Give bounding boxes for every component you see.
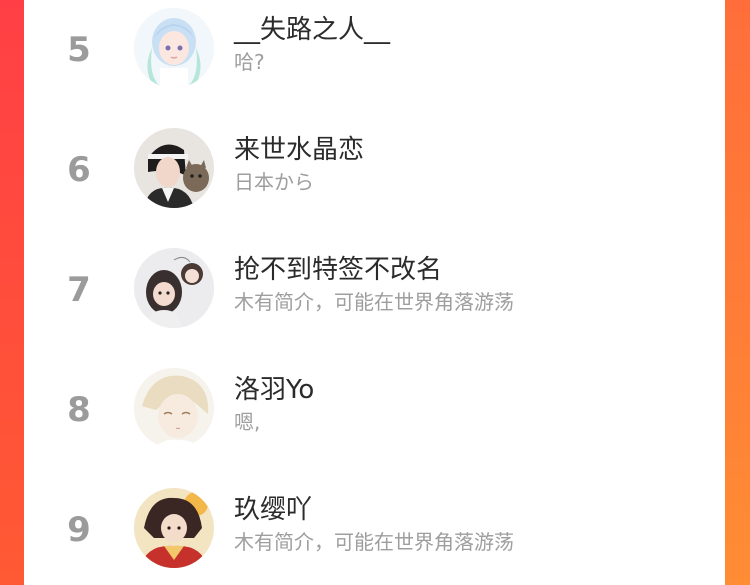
username: 抢不到特签不改名 [234,255,443,285]
rank-number: 8 [67,390,91,430]
ranking-list: 5 __失路之人__ 哈? 6 来世水晶恋 日本から 7 抢不到特签不改名 木有… [24,0,725,585]
user-bio: 木有简介，可能在世界角落游荡 [234,290,514,314]
username: 玖缨吖 [234,495,313,525]
list-item[interactable]: 8 洛羽Yo 嗯, [24,348,725,468]
username: 洛羽Yo [234,375,315,405]
hanfu-man-cat-avatar[interactable] [134,128,214,208]
user-bio: 木有简介，可能在世界角落游荡 [234,530,514,554]
red-costume-girl-avatar[interactable] [134,488,214,568]
user-bio: 日本から [234,170,314,194]
rank-number: 7 [67,270,91,310]
username: __失路之人__ [234,15,391,45]
list-item[interactable]: 9 玖缨吖 木有简介，可能在世界角落游荡 [24,468,725,585]
list-item[interactable]: 5 __失路之人__ 哈? [24,0,725,108]
user-bio: 哈? [234,50,265,74]
username: 来世水晶恋 [234,135,365,165]
rank-number: 9 [67,510,91,550]
rank-number: 5 [67,30,91,70]
left-gradient-border [0,0,24,585]
blond-boy-avatar[interactable] [134,368,214,448]
chibi-pair-avatar[interactable] [134,248,214,328]
list-item[interactable]: 6 来世水晶恋 日本から [24,108,725,228]
list-item[interactable]: 7 抢不到特签不改名 木有简介，可能在世界角落游荡 [24,228,725,348]
user-bio: 嗯, [234,410,261,434]
right-gradient-border [725,0,750,585]
rank-number: 6 [67,150,91,190]
anime-girl-avatar[interactable] [134,8,214,88]
